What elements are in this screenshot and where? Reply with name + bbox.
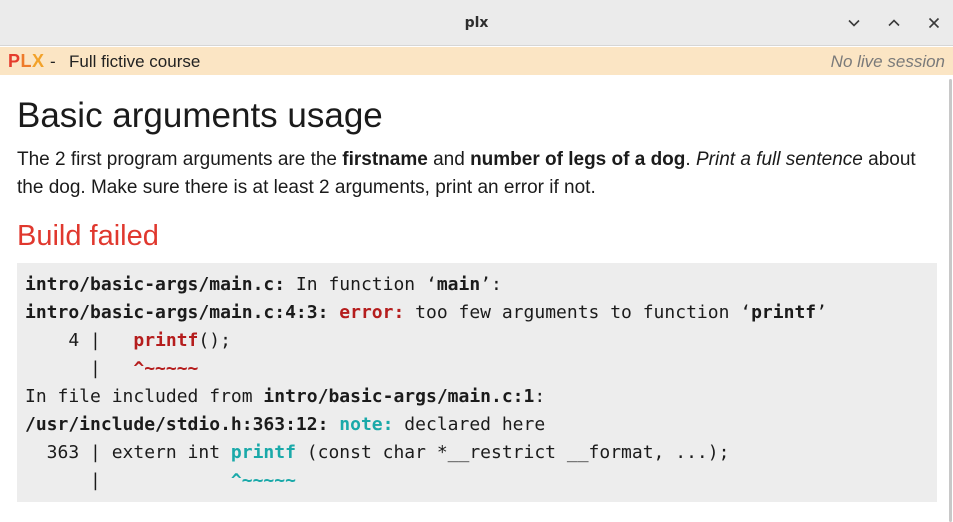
chevron-down-icon (848, 19, 860, 27)
session-status: No live session (830, 52, 945, 71)
maximize-button[interactable] (883, 12, 905, 34)
minimize-button[interactable] (843, 12, 865, 34)
close-icon (928, 17, 940, 29)
close-button[interactable] (923, 12, 945, 34)
exercise-description: The 2 first program arguments are the fi… (17, 149, 916, 198)
exercise-title: Basic arguments usage (17, 96, 383, 135)
course-header-bar: PLX - Full fictive course No live sessio… (0, 47, 953, 75)
header-separator: - (50, 52, 56, 71)
build-status: Build failed (17, 220, 159, 252)
compiler-output-text: intro/basic-args/main.c: In function ‘ma… (25, 274, 827, 491)
course-name[interactable]: Full fictive course (69, 52, 200, 72)
window-titlebar: plx (0, 0, 953, 46)
plx-logo[interactable]: PLX (8, 51, 45, 72)
window-title: plx (464, 15, 489, 31)
compiler-output: intro/basic-args/main.c: In function ‘ma… (17, 263, 937, 502)
chevron-up-icon (888, 19, 900, 27)
scrollbar[interactable] (949, 79, 952, 522)
